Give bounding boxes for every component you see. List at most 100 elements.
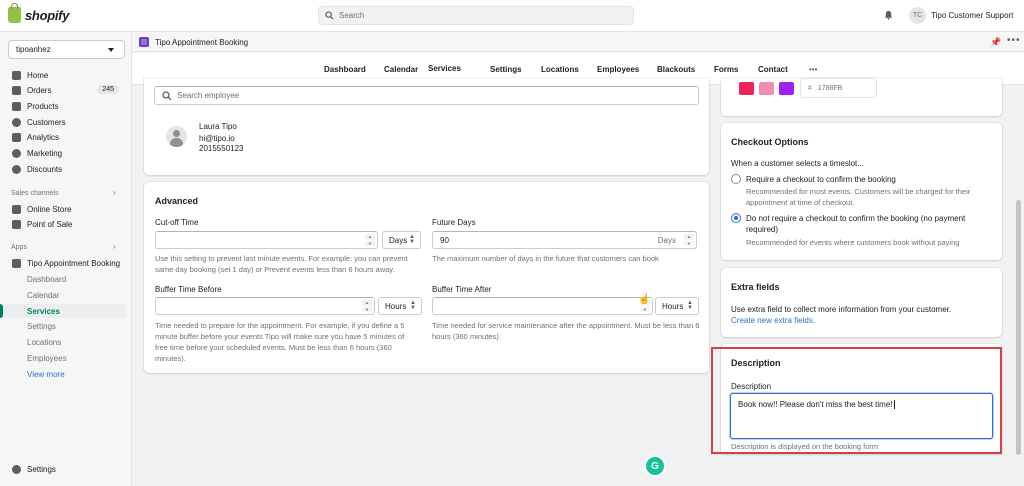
- hex-color-input[interactable]: # 1788FB: [800, 78, 877, 98]
- chevron-right-icon[interactable]: ›: [113, 188, 116, 197]
- stepper-up-icon[interactable]: ▲: [362, 300, 372, 306]
- search-icon: [325, 11, 334, 20]
- sidebar-item-analytics[interactable]: Analytics: [0, 130, 131, 145]
- cutoff-unit-select[interactable]: Days ▲ ▼: [382, 231, 421, 249]
- employee-search-input[interactable]: Search employee: [154, 86, 699, 105]
- stepper-down-icon[interactable]: ▼: [365, 240, 375, 246]
- app-title: Tipo Appointment Booking: [155, 38, 249, 47]
- analytics-icon: [12, 133, 21, 142]
- stepper-down-icon[interactable]: ▼: [684, 240, 694, 246]
- sidebar-item-label: Analytics: [27, 133, 60, 142]
- sidebar-item-online-store[interactable]: Online Store: [0, 202, 131, 217]
- chevron-right-icon[interactable]: ›: [113, 242, 116, 251]
- buffer-before-unit: Hours: [385, 301, 407, 311]
- sidebar-subitem-settings[interactable]: Settings: [0, 319, 126, 333]
- pin-icon[interactable]: 📌: [990, 37, 1001, 48]
- sidebar-subitem-calendar[interactable]: Calendar: [0, 288, 126, 302]
- mouse-cursor-icon: ☝: [638, 294, 651, 305]
- buffer-after-unit-select[interactable]: Hours ▲ ▼: [655, 297, 699, 315]
- sidebar-item-tipo-app[interactable]: Tipo Appointment Booking: [0, 256, 131, 271]
- sidebar-item-marketing[interactable]: Marketing: [0, 146, 131, 161]
- sidebar-item-label: Products: [27, 102, 59, 111]
- sidebar-item-customers[interactable]: Customers: [0, 115, 131, 130]
- store-selector[interactable]: tipoanhez: [8, 40, 125, 59]
- sidebar-item-discounts[interactable]: Discounts: [0, 162, 131, 177]
- sidebar-item-point-of-sale[interactable]: Point of Sale: [0, 217, 131, 232]
- buffer-after-input[interactable]: ▲ ▼: [432, 297, 653, 315]
- more-options-icon[interactable]: •••: [1007, 35, 1021, 46]
- employee-name: Laura Tipo: [199, 122, 237, 131]
- advanced-title: Advanced: [155, 196, 199, 206]
- tag-icon: [12, 102, 21, 111]
- sidebar-subitem-employees[interactable]: Employees: [0, 351, 126, 365]
- advanced-card: Advanced Cut-off Time ▲ ▼ Days ▲ ▼ Use thi…: [144, 182, 709, 373]
- sidebar-item-label: Home: [27, 71, 49, 80]
- sidebar-subitem-services[interactable]: Services: [0, 304, 126, 318]
- sidebar-item-label: Settings: [27, 465, 56, 474]
- cutoff-help: Use this setting to prevent last minute …: [155, 254, 408, 274]
- employee-search-placeholder: Search employee: [177, 91, 240, 100]
- employee-email: hi@tipo.io: [199, 134, 235, 143]
- app-header: Tipo Appointment Booking 📌 •••: [132, 32, 1024, 52]
- grammarly-icon[interactable]: G: [646, 457, 664, 475]
- future-days-stepper[interactable]: ▲ ▼: [684, 234, 694, 246]
- bell-icon[interactable]: [884, 10, 893, 20]
- user-avatar[interactable]: TC: [909, 7, 926, 24]
- select-caret-icon: ▲ ▼: [410, 300, 416, 311]
- checkout-require-radio[interactable]: [731, 174, 741, 184]
- user-name[interactable]: Tipo Customer Support: [931, 11, 1013, 20]
- app-icon: [12, 259, 21, 268]
- sales-channels-heading: Sales channels: [11, 190, 59, 197]
- extra-fields-text: Use extra field to collect more informat…: [731, 305, 952, 314]
- extra-fields-card: Extra fields Use extra field to collect …: [721, 268, 1002, 337]
- sidebar-item-settings[interactable]: Settings: [0, 462, 131, 477]
- scrollbar[interactable]: [1016, 200, 1021, 455]
- brand-name: shopify: [25, 7, 70, 23]
- global-search-input[interactable]: Search: [318, 6, 634, 25]
- sidebar-item-label: Orders: [27, 86, 52, 95]
- search-placeholder: Search: [339, 11, 365, 20]
- buffer-before-unit-select[interactable]: Hours ▲ ▼: [378, 297, 422, 315]
- checkout-option1-label[interactable]: Require a checkout to confirm the bookin…: [746, 175, 896, 184]
- buffer-before-input[interactable]: ▲ ▼: [155, 297, 375, 315]
- shopify-logo[interactable]: shopify: [8, 3, 70, 23]
- shopify-bag-icon: [8, 3, 21, 23]
- create-extra-fields-link[interactable]: Create new extra fields.: [731, 316, 815, 325]
- view-more-link[interactable]: View more: [0, 367, 126, 381]
- person-icon: [12, 118, 21, 127]
- app-logo-icon: [139, 37, 149, 47]
- hex-value: 1788FB: [817, 84, 843, 92]
- buffer-after-label: Buffer Time After: [432, 285, 492, 294]
- sidebar-subitem-dashboard[interactable]: Dashboard: [0, 272, 126, 286]
- stepper-down-icon[interactable]: ▼: [640, 306, 650, 312]
- buffer-after-help: Time needed for service maintenance afte…: [432, 321, 700, 341]
- sidebar-item-orders[interactable]: Orders 245: [0, 83, 131, 98]
- checkout-option2-label[interactable]: Do not require a checkout to confirm the…: [746, 213, 996, 235]
- checkout-option2-help: Recommended for events where customers b…: [746, 238, 960, 247]
- sidebar-item-label: Tipo Appointment Booking: [27, 259, 121, 268]
- color-card: # 1788FB: [721, 78, 1002, 116]
- store-icon: [12, 205, 21, 214]
- sidebar-subitem-locations[interactable]: Locations: [0, 335, 126, 349]
- stepper-down-icon[interactable]: ▼: [362, 306, 372, 312]
- home-icon: [12, 71, 21, 80]
- sidebar-item-home[interactable]: Home: [0, 68, 131, 83]
- color-swatch-pink[interactable]: [759, 82, 774, 95]
- buffer-after-unit: Hours: [662, 301, 684, 311]
- orders-count-badge: 245: [97, 85, 119, 94]
- future-days-help: The maximum number of days in the future…: [432, 254, 659, 263]
- pos-icon: [12, 220, 21, 229]
- stepper-up-icon[interactable]: ▲: [365, 234, 375, 240]
- hash-prefix: #: [808, 84, 812, 92]
- color-swatch-red[interactable]: [739, 82, 754, 95]
- cutoff-time-input[interactable]: ▲ ▼: [155, 231, 378, 249]
- future-days-input[interactable]: 90 Days ▲ ▼: [432, 231, 697, 249]
- stepper-up-icon[interactable]: ▲: [684, 234, 694, 240]
- sidebar-item-products[interactable]: Products: [0, 99, 131, 114]
- checkout-no-require-radio[interactable]: [731, 213, 741, 223]
- color-swatch-purple[interactable]: [779, 82, 794, 95]
- buffer-before-stepper[interactable]: ▲ ▼: [362, 300, 372, 312]
- employees-card: Search employee Laura Tipo hi@tipo.io 20…: [144, 78, 709, 175]
- cutoff-stepper[interactable]: ▲ ▼: [365, 234, 375, 246]
- orders-icon: [12, 86, 21, 95]
